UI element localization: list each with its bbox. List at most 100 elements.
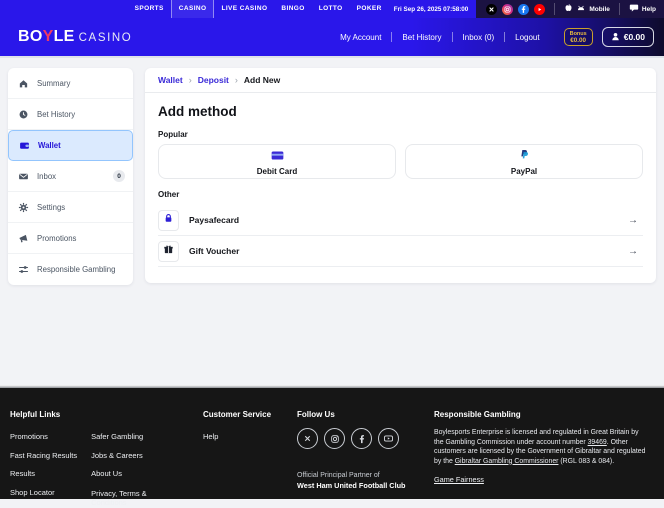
method-label: Debit Card: [257, 167, 297, 176]
topnav-poker[interactable]: LOTTO: [312, 0, 350, 18]
footer-link-promotions[interactable]: Promotions: [10, 428, 77, 447]
method-icon-box: [158, 210, 179, 231]
inbox-count-badge: 0: [113, 170, 125, 182]
footer-link-jobs-careers[interactable]: Jobs & Careers: [91, 447, 157, 466]
lock-icon: [163, 211, 174, 229]
chevron-right-icon: ›: [189, 76, 192, 84]
debit-card-icon: [271, 147, 284, 165]
bet-history-link[interactable]: Bet History: [392, 33, 451, 42]
footer-heading: Customer Service: [203, 410, 271, 419]
paysafecard-method-row[interactable]: Paysafecard →: [158, 205, 643, 236]
youtube-social-icon[interactable]: [534, 4, 545, 15]
account-number-link[interactable]: 39469: [588, 439, 607, 446]
partner-credit: Official Principal Partner of West Ham U…: [297, 471, 406, 491]
licensing-text-segment: (RGL 083 & 084).: [558, 458, 614, 465]
sidebar-item-label: Promotions: [37, 234, 76, 243]
sidebar-item-responsible-gambling[interactable]: Responsible Gambling: [8, 254, 133, 285]
x-social-icon[interactable]: [486, 4, 497, 15]
balance-amount: €0.00: [624, 32, 645, 42]
footer-responsible-gambling: Responsible Gambling Boylesports Enterpr…: [434, 410, 650, 487]
help-label: Help: [642, 6, 656, 13]
utility-bar-nav: SPORTS CASINO LIVE CASINO BINGO LOTTO PO…: [0, 0, 476, 18]
divider: [554, 3, 555, 15]
footer-heading: Follow Us: [297, 410, 406, 419]
youtube-social-icon[interactable]: [378, 428, 399, 449]
sidebar-item-label: Summary: [37, 79, 70, 88]
content-area: Summary Bet History Wallet Inbox 0 Set: [0, 60, 664, 385]
android-icon: [576, 3, 586, 15]
topnav-live-casino[interactable]: LIVE CASINO: [214, 0, 274, 18]
partner-line: Official Principal Partner of: [297, 471, 406, 481]
bonus-amount: €0.00: [570, 37, 586, 44]
method-label: Gift Voucher: [189, 246, 239, 256]
help-link[interactable]: Help: [629, 3, 656, 15]
envelope-icon: [18, 171, 29, 182]
chevron-right-icon: ›: [235, 76, 238, 84]
sidebar-item-promotions[interactable]: Promotions: [8, 223, 133, 254]
footer-link-about-us[interactable]: About Us: [91, 465, 157, 484]
breadcrumb-deposit[interactable]: Deposit: [198, 75, 229, 85]
sidebar-item-settings[interactable]: Settings: [8, 192, 133, 223]
sidebar-item-label: Bet History: [37, 110, 75, 119]
wallet-deposit-panel: Wallet › Deposit › Add New Add method Po…: [145, 68, 656, 283]
footer-follow-us: Follow Us Official Principal Partner of …: [297, 410, 406, 491]
paypal-method-button[interactable]: PayPal: [405, 144, 643, 179]
facebook-social-icon[interactable]: [518, 4, 529, 15]
sidebar-item-inbox[interactable]: Inbox 0: [8, 161, 133, 192]
balance-pill[interactable]: €0.00: [602, 27, 654, 47]
instagram-social-icon[interactable]: [502, 4, 513, 15]
sidebar-item-label: Settings: [37, 203, 65, 212]
footer-helpful-links: Helpful Links Promotions Fast Racing Res…: [10, 410, 157, 508]
logo-suffix: CASINO: [79, 32, 133, 44]
page-title: Add method: [158, 104, 643, 119]
footer-link-shop-locator[interactable]: Shop Locator: [10, 484, 77, 503]
footer-link-safer-gambling[interactable]: Safer Gambling: [91, 428, 157, 447]
game-fairness-link[interactable]: Game Fairness: [434, 475, 484, 484]
main-header: BOYLE CASINO My Account Bet History Inbo…: [0, 18, 664, 58]
gift-voucher-method-row[interactable]: Gift Voucher →: [158, 236, 643, 267]
breadcrumb-add-new: Add New: [244, 75, 280, 85]
footer-link-help[interactable]: Help: [203, 428, 271, 447]
partner-club-name: West Ham United Football Club: [297, 481, 406, 491]
sidebar-item-bet-history[interactable]: Bet History: [8, 99, 133, 130]
footer-link-results[interactable]: Results: [10, 465, 77, 484]
footer-link-fast-racing-results[interactable]: Fast Racing Results: [10, 447, 77, 466]
bonus-badge[interactable]: Bonus €0.00: [564, 28, 593, 46]
method-icon-box: [158, 241, 179, 262]
debit-card-method-button[interactable]: Debit Card: [158, 144, 396, 179]
gear-icon: [18, 202, 29, 213]
arrow-right-icon: →: [628, 246, 638, 257]
licensing-text: Boylesports Enterprise is licensed and r…: [434, 428, 650, 466]
facebook-social-icon[interactable]: [351, 428, 372, 449]
apple-icon: [564, 3, 573, 15]
gift-icon: [163, 242, 174, 260]
chat-bubble-icon: [629, 3, 639, 15]
inbox-link[interactable]: Inbox (0): [453, 33, 505, 42]
divider: [619, 3, 620, 15]
my-account-link[interactable]: My Account: [330, 33, 391, 42]
boyle-casino-logo[interactable]: BOYLE CASINO: [18, 28, 132, 46]
x-social-icon[interactable]: [297, 428, 318, 449]
account-sidebar: Summary Bet History Wallet Inbox 0 Set: [8, 68, 133, 285]
other-methods-list: Paysafecard → Gift Voucher →: [158, 205, 643, 267]
bet-history-icon: [18, 109, 29, 120]
topnav-sports[interactable]: SPORTS: [128, 0, 171, 18]
site-footer: Helpful Links Promotions Fast Racing Res…: [0, 385, 664, 499]
sidebar-item-summary[interactable]: Summary: [8, 68, 133, 99]
utility-bar-right: Mobile Help: [476, 0, 664, 18]
topnav-casino[interactable]: CASINO: [171, 0, 215, 18]
gibraltar-commissioner-link[interactable]: Gibraltar Gambling Commissioner: [455, 458, 559, 465]
instagram-social-icon[interactable]: [324, 428, 345, 449]
topnav-bingo[interactable]: BINGO: [274, 0, 311, 18]
logout-link[interactable]: Logout: [505, 33, 549, 42]
sliders-icon: [18, 264, 29, 275]
topnav-lotto[interactable]: POKER: [350, 0, 389, 18]
footer-link-privacy-terms[interactable]: Privacy, Terms & Conditions: [91, 484, 157, 508]
mobile-apps-link[interactable]: Mobile: [564, 3, 610, 15]
footer-top-divider: [0, 385, 664, 388]
method-label: Paysafecard: [189, 215, 239, 225]
breadcrumb-wallet[interactable]: Wallet: [158, 75, 183, 85]
sidebar-item-wallet[interactable]: Wallet: [8, 130, 133, 161]
paypal-icon: [520, 147, 529, 165]
sidebar-item-label: Responsible Gambling: [37, 265, 115, 274]
